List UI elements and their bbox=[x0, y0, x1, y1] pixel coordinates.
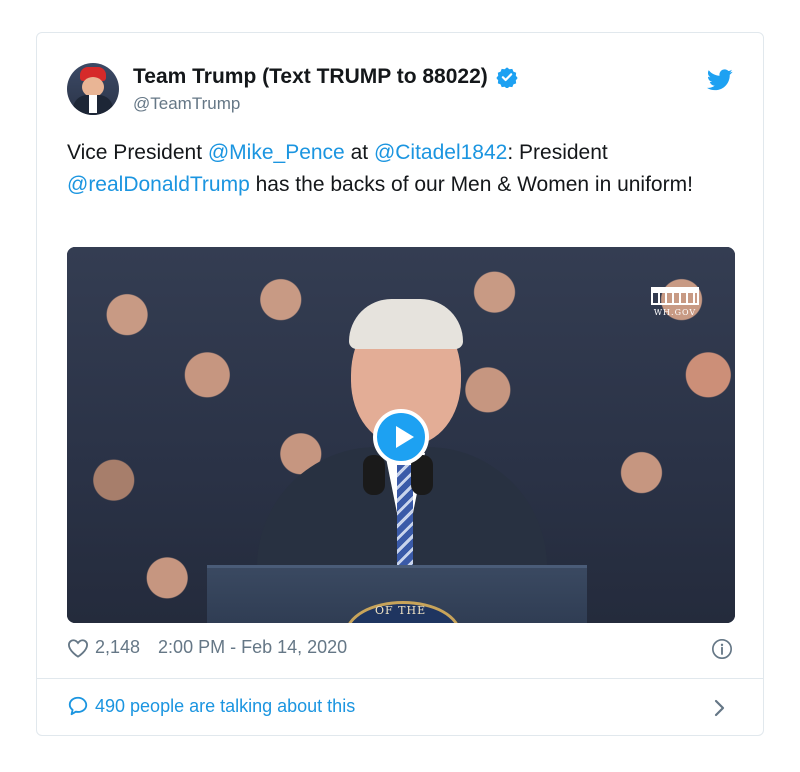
microphone bbox=[363, 455, 385, 495]
avatar[interactable] bbox=[67, 63, 119, 115]
tweet-meta: 2,148 2:00 PM - Feb 14, 2020 bbox=[67, 637, 347, 658]
handle[interactable]: @TeamTrump bbox=[133, 94, 240, 114]
play-icon[interactable] bbox=[373, 409, 429, 465]
text-part: has the backs of our Men & Women in unif… bbox=[249, 173, 693, 196]
tweet-text: Vice President @Mike_Pence at @Citadel18… bbox=[67, 137, 727, 201]
twitter-bird-icon[interactable] bbox=[706, 69, 733, 91]
chevron-right-icon[interactable] bbox=[713, 698, 727, 718]
speech-bubble-icon bbox=[67, 695, 89, 717]
avatar-shirt bbox=[89, 95, 97, 113]
mention-link[interactable]: @Mike_Pence bbox=[208, 141, 345, 164]
video-player[interactable]: OF THE WH.GOV bbox=[67, 247, 735, 623]
display-name[interactable]: Team Trump (Text TRUMP to 88022) bbox=[133, 65, 488, 89]
text-part: : President bbox=[507, 141, 608, 164]
info-icon[interactable] bbox=[711, 638, 733, 660]
mention-link[interactable]: @realDonaldTrump bbox=[67, 173, 250, 196]
conversation-link[interactable]: 490 people are talking about this bbox=[67, 695, 355, 717]
talking-count-text[interactable]: 490 people are talking about this bbox=[95, 696, 355, 717]
text-part: at bbox=[344, 141, 374, 164]
heart-icon[interactable] bbox=[67, 638, 89, 658]
white-house-icon bbox=[651, 287, 699, 305]
tweet-card[interactable]: Team Trump (Text TRUMP to 88022) @TeamTr… bbox=[36, 32, 764, 736]
speaker-hair bbox=[349, 299, 463, 349]
seal-text: OF THE bbox=[375, 604, 427, 617]
like-count[interactable]: 2,148 bbox=[95, 637, 140, 658]
timestamp[interactable]: 2:00 PM - Feb 14, 2020 bbox=[158, 637, 347, 658]
author-name-row[interactable]: Team Trump (Text TRUMP to 88022) bbox=[133, 65, 518, 89]
white-house-logo: WH.GOV bbox=[649, 287, 701, 321]
text-part: Vice President bbox=[67, 141, 208, 164]
mention-link[interactable]: @Citadel1842 bbox=[374, 141, 507, 164]
watermark-text: WH.GOV bbox=[653, 308, 697, 317]
verified-badge-icon bbox=[496, 66, 518, 89]
avatar-face bbox=[82, 77, 104, 97]
divider bbox=[37, 678, 763, 679]
